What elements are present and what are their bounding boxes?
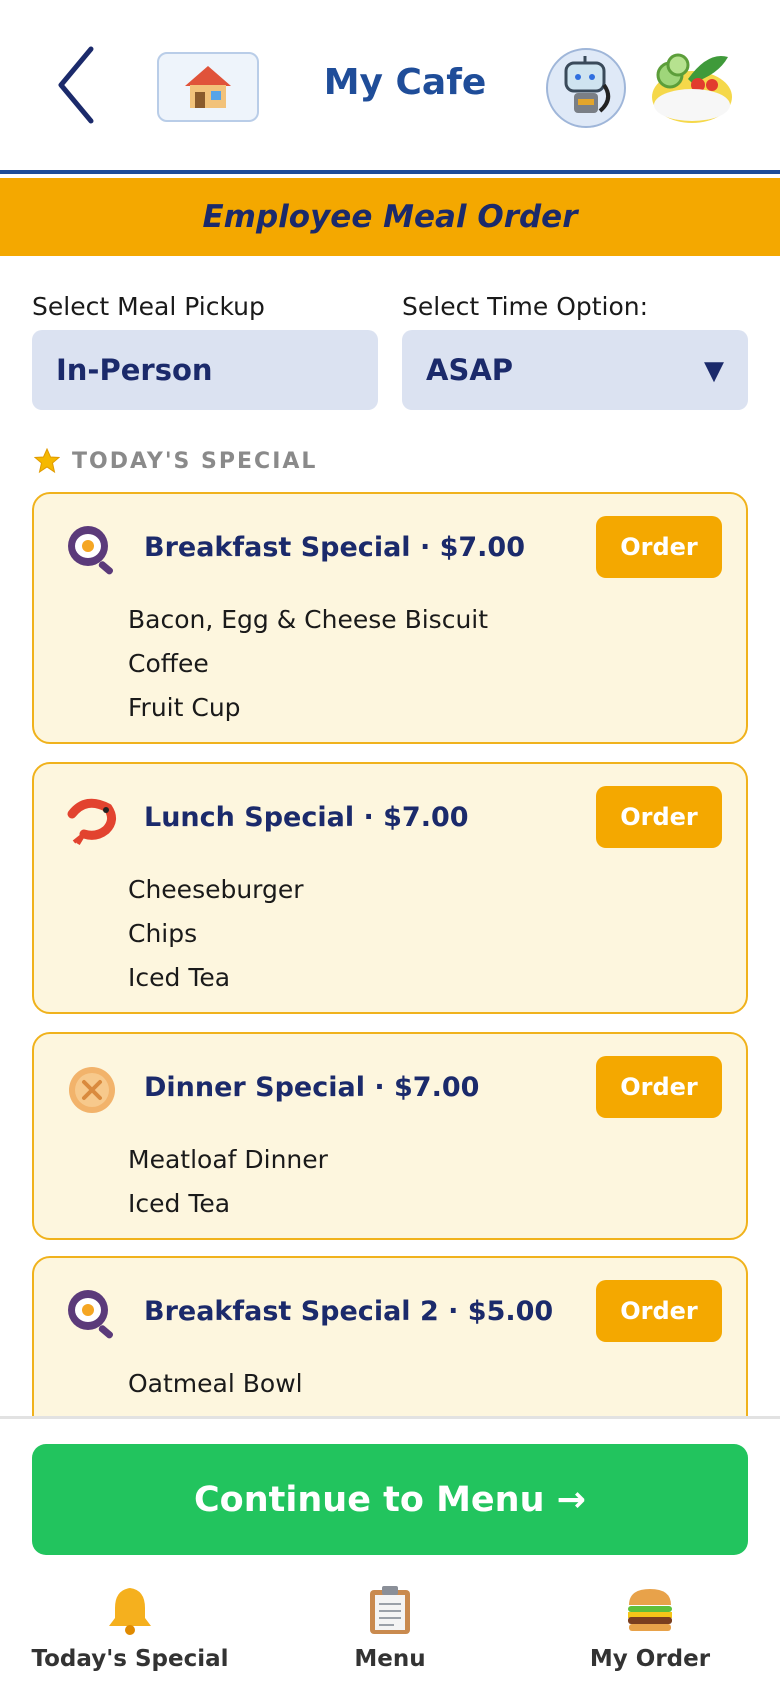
home-button[interactable]: [157, 52, 259, 122]
card-title: Lunch Special · $7.00: [144, 802, 469, 833]
menu-item: Iced Tea: [128, 1189, 231, 1218]
menu-item: Oatmeal Bowl: [128, 1369, 303, 1398]
time-option-select[interactable]: ASAP ▼: [402, 330, 748, 410]
order-button[interactable]: Order: [596, 786, 722, 848]
todays-special-heading: TODAY'S SPECIAL: [34, 448, 317, 474]
time-option-label: Select Time Option:: [402, 292, 649, 321]
nav-item-menu[interactable]: Menu: [260, 1582, 520, 1688]
nav-item-todays-special[interactable]: Today's Special: [0, 1582, 260, 1688]
menu-item: Fruit Cup: [128, 693, 241, 722]
salad-bowl-avatar: [646, 40, 738, 132]
menu-item: Iced Tea: [128, 963, 231, 992]
specials-list[interactable]: Breakfast Special · $7.00 Order Bacon, E…: [0, 492, 780, 1416]
bottom-nav: Today's Special Menu My Order: [0, 1582, 780, 1688]
pickup-label: Select Meal Pickup: [32, 292, 265, 321]
section-title: TODAY'S SPECIAL: [72, 448, 318, 474]
special-card-breakfast-2: Breakfast Special 2 · $5.00 Order Oatmea…: [32, 1256, 748, 1416]
menu-item: Coffee: [128, 649, 209, 678]
nav-item-my-order[interactable]: My Order: [520, 1582, 780, 1688]
special-card-breakfast: Breakfast Special · $7.00 Order Bacon, E…: [32, 492, 748, 744]
shrimp-icon: [66, 794, 118, 846]
menu-item: Meatloaf Dinner: [128, 1145, 328, 1174]
special-card-dinner: Dinner Special · $7.00 Order Meatloaf Di…: [32, 1032, 748, 1240]
chevron-left-icon: [58, 46, 94, 124]
house-icon: [185, 66, 231, 108]
continue-to-menu-button[interactable]: Continue to Menu →: [32, 1444, 748, 1555]
nav-label: My Order: [589, 1646, 711, 1672]
card-title: Breakfast Special 2 · $5.00: [144, 1296, 554, 1327]
frying-pan-egg-icon: [66, 524, 118, 576]
order-button[interactable]: Order: [596, 516, 722, 578]
bell-icon: [102, 1582, 158, 1638]
back-button[interactable]: [40, 40, 112, 130]
special-card-lunch: Lunch Special · $7.00 Order Cheeseburger…: [32, 762, 748, 1014]
menu-item: Chips: [128, 919, 198, 948]
page-banner: Employee Meal Order: [0, 178, 780, 256]
app-title: My Cafe: [323, 62, 487, 103]
burger-icon: [622, 1582, 678, 1638]
nav-label: Menu: [354, 1646, 426, 1672]
card-title: Breakfast Special · $7.00: [144, 532, 526, 563]
page-title: Employee Meal Order: [202, 199, 578, 235]
order-button[interactable]: Order: [596, 1280, 722, 1342]
app-header: My Cafe: [0, 0, 780, 174]
menu-item: Bacon, Egg & Cheese Biscuit: [128, 605, 489, 634]
menu-item: Fruit Cup: [128, 1406, 303, 1416]
clipboard-icon: [362, 1582, 418, 1638]
order-button[interactable]: Order: [596, 1056, 722, 1118]
nav-label: Today's Special: [31, 1646, 229, 1672]
robot-avatar-icon: [564, 56, 611, 113]
menu-item: Cheeseburger: [128, 875, 304, 904]
frying-pan-egg-icon: [66, 1288, 118, 1340]
salad-bowl-icon: [652, 53, 732, 123]
pie-icon: [66, 1064, 118, 1116]
chevron-down-icon: ▼: [704, 356, 724, 386]
card-title: Dinner Special · $7.00: [144, 1072, 480, 1103]
robot-avatar[interactable]: [546, 48, 626, 128]
time-option-value: ASAP: [426, 353, 514, 387]
bottom-divider: [0, 1416, 780, 1419]
pickup-select[interactable]: In-Person: [32, 330, 378, 410]
pickup-value: In-Person: [56, 353, 213, 387]
star-icon: [34, 448, 60, 474]
